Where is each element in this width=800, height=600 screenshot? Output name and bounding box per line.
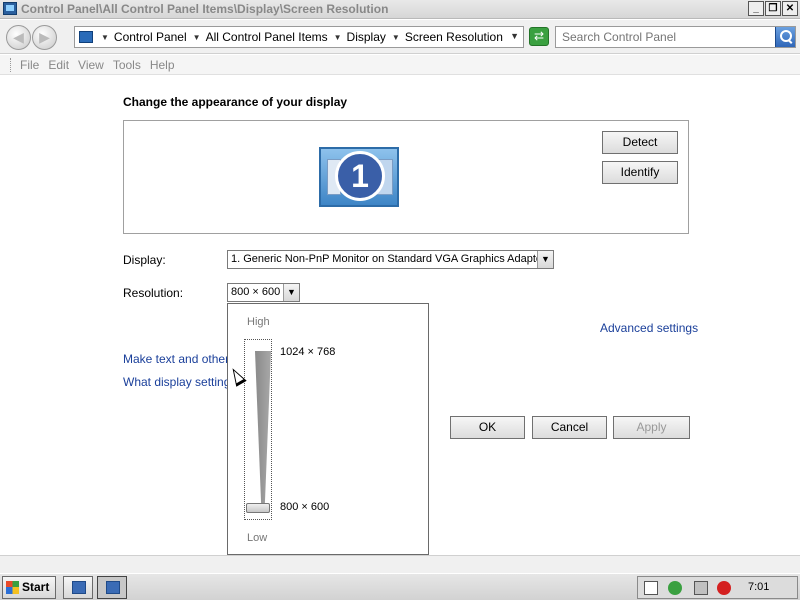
breadcrumb-separator-icon[interactable]: ▼: [392, 33, 400, 42]
control-panel-icon: [79, 31, 93, 43]
menu-bar: File Edit View Tools Help: [0, 55, 800, 75]
volume-muted-icon[interactable]: [717, 581, 731, 595]
control-panel-icon: [106, 581, 120, 594]
menu-grip: [10, 57, 12, 72]
slider-low-label: Low: [247, 532, 268, 544]
advanced-settings-link[interactable]: Advanced settings: [600, 321, 698, 335]
menu-tools[interactable]: Tools: [113, 58, 141, 72]
taskbar-app-server-manager[interactable]: [63, 576, 93, 599]
breadcrumb-separator-icon[interactable]: ▼: [193, 33, 201, 42]
display-select-value: 1. Generic Non-PnP Monitor on Standard V…: [231, 253, 546, 265]
menu-file[interactable]: File: [20, 58, 39, 72]
resolution-select-value: 800 × 600: [231, 286, 281, 298]
breadcrumb-control-panel[interactable]: Control Panel: [114, 30, 187, 44]
monitor-1[interactable]: 1: [319, 147, 399, 207]
breadcrumb-separator-icon[interactable]: ▼: [334, 33, 342, 42]
refresh-button[interactable]: ⇄: [529, 27, 549, 46]
slider-max-resolution[interactable]: 1024 × 768: [280, 346, 335, 358]
search-icon[interactable]: [775, 27, 795, 47]
chevron-down-icon[interactable]: ▼: [283, 284, 299, 301]
back-button[interactable]: ◀: [6, 25, 31, 50]
control-panel-icon: [3, 2, 17, 15]
page-heading: Change the appearance of your display: [123, 95, 348, 109]
address-bar[interactable]: ▼ Control Panel ▼ All Control Panel Item…: [74, 26, 524, 48]
search-input[interactable]: [556, 27, 766, 47]
window-title: Control Panel\All Control Panel Items\Di…: [21, 2, 389, 16]
ok-button[interactable]: OK: [450, 416, 525, 439]
forward-button[interactable]: ▶: [32, 25, 57, 50]
title-bar: Control Panel\All Control Panel Items\Di…: [0, 0, 800, 19]
identify-button[interactable]: Identify: [602, 161, 678, 184]
slider-min-resolution[interactable]: 800 × 600: [280, 501, 329, 513]
breadcrumb-display[interactable]: Display: [347, 30, 386, 44]
close-button[interactable]: ✕: [782, 1, 798, 16]
breadcrumb-separator-icon[interactable]: ▼: [101, 33, 109, 42]
search-box[interactable]: [555, 26, 796, 48]
address-dropdown-icon[interactable]: ▼: [510, 31, 519, 41]
chevron-down-icon[interactable]: ▼: [537, 251, 553, 268]
minimize-button[interactable]: _: [748, 1, 764, 16]
computer-icon[interactable]: [694, 581, 708, 595]
start-button[interactable]: Start: [2, 576, 56, 599]
start-label: Start: [22, 580, 50, 594]
display-label: Display:: [123, 253, 166, 267]
status-bar: [0, 555, 800, 573]
system-tray: 7:01: [637, 576, 798, 599]
resolution-slider-popup: High 1024 × 768 800 × 600 Low: [227, 303, 429, 555]
apply-button[interactable]: Apply: [613, 416, 690, 439]
navigation-bar: ◀ ▶ ▼ Control Panel ▼ All Control Panel …: [0, 20, 800, 54]
clock[interactable]: 7:01: [748, 581, 769, 593]
monitor-preview-panel: 1 Detect Identify: [123, 120, 689, 234]
slider-high-label: High: [247, 316, 270, 328]
display-select[interactable]: 1. Generic Non-PnP Monitor on Standard V…: [227, 250, 554, 269]
taskbar-app-control-panel[interactable]: [97, 576, 127, 599]
resolution-slider-thumb[interactable]: [246, 503, 270, 513]
resolution-select[interactable]: 800 × 600 ▼: [227, 283, 300, 302]
monitor-number-badge: 1: [335, 151, 385, 201]
windows-logo-icon: [6, 581, 19, 594]
network-icon[interactable]: [668, 581, 682, 595]
menu-view[interactable]: View: [78, 58, 104, 72]
server-manager-icon: [72, 581, 86, 594]
detect-button[interactable]: Detect: [602, 131, 678, 154]
resolution-label: Resolution:: [123, 286, 184, 300]
menu-edit[interactable]: Edit: [48, 58, 69, 72]
window-controls: _ ❐ ✕: [748, 1, 798, 16]
breadcrumb-all-items[interactable]: All Control Panel Items: [206, 30, 328, 44]
cancel-button[interactable]: Cancel: [532, 416, 607, 439]
menu-help[interactable]: Help: [150, 58, 175, 72]
document-icon[interactable]: [644, 581, 658, 595]
restore-button[interactable]: ❐: [765, 1, 781, 16]
breadcrumb-screen-resolution[interactable]: Screen Resolution: [405, 30, 503, 44]
taskbar: Start 7:01: [0, 573, 800, 600]
